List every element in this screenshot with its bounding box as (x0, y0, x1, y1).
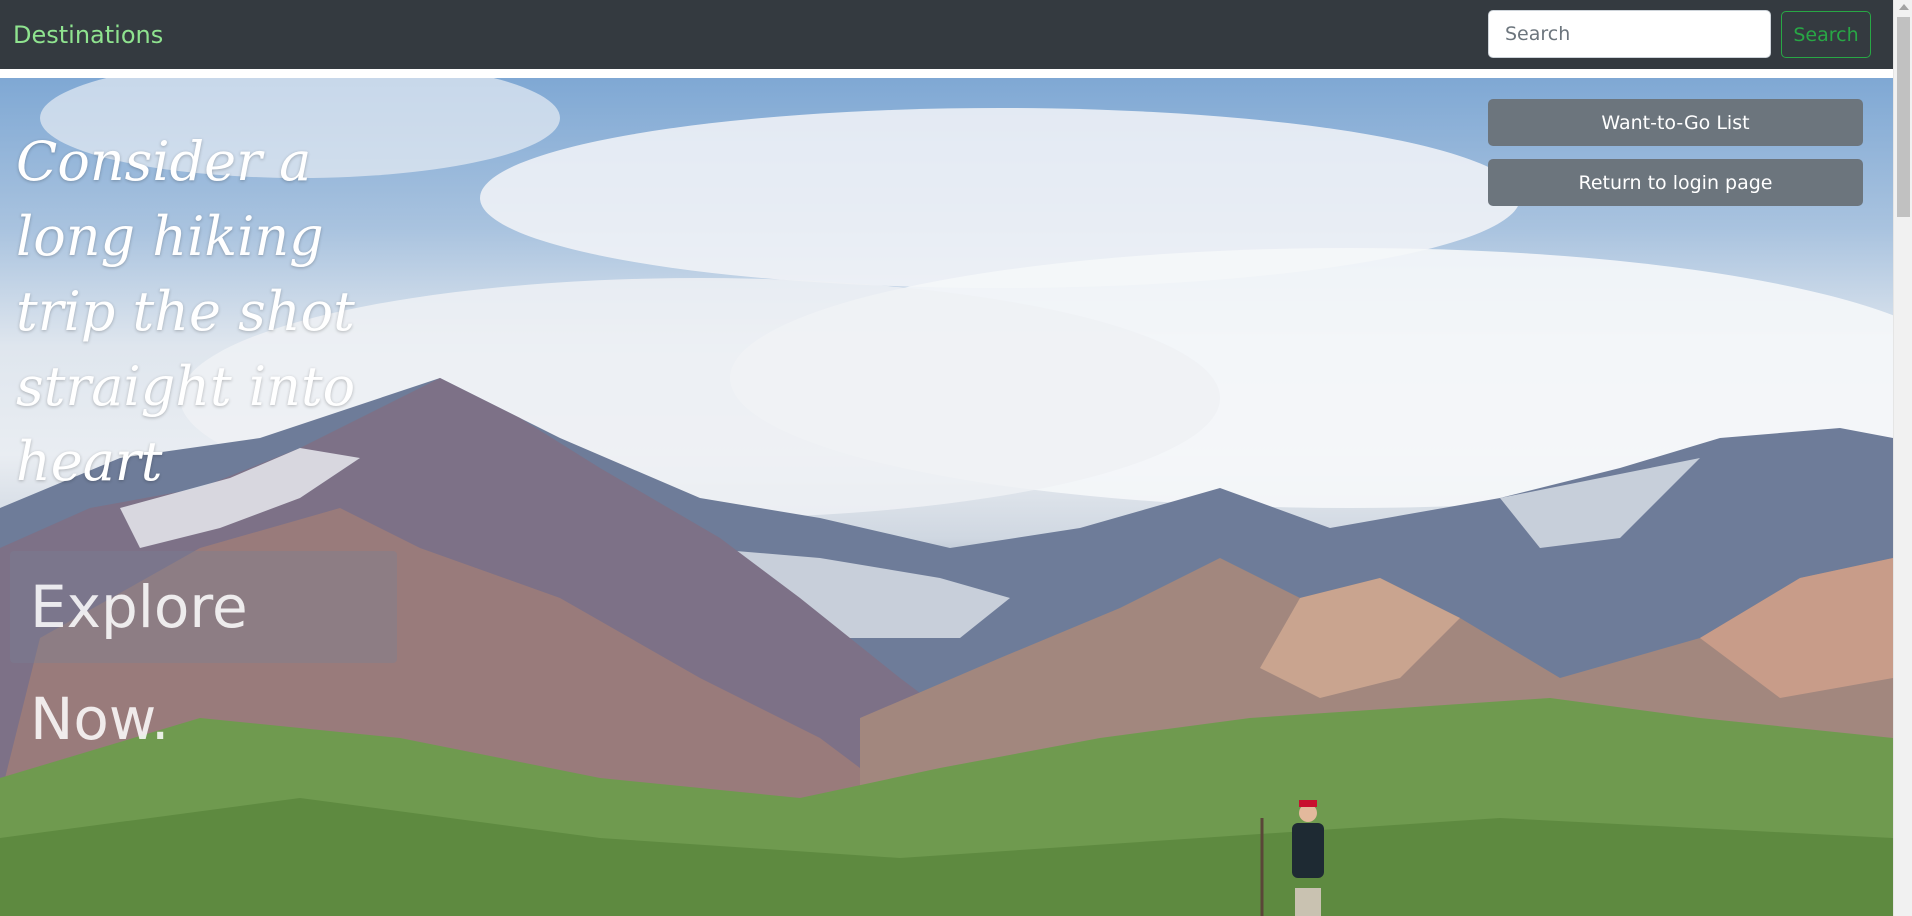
return-to-login-button[interactable]: Return to login page (1488, 159, 1863, 206)
page-scrollbar[interactable] (1893, 0, 1912, 916)
hero-tagline: Consider a long hiking trip the shot str… (16, 130, 356, 493)
scroll-up-arrow-icon[interactable] (1899, 4, 1909, 10)
search-input[interactable] (1488, 10, 1771, 58)
search-button[interactable]: Search (1781, 11, 1871, 58)
navbar: Destinations Search (0, 0, 1893, 69)
want-to-go-list-button[interactable]: Want-to-Go List (1488, 99, 1863, 146)
scrollbar-thumb[interactable] (1897, 17, 1910, 217)
explore-now-button[interactable]: Explore Now. (10, 551, 397, 753)
brand-link[interactable]: Destinations (13, 19, 163, 51)
hero-section: Consider a long hiking trip the shot str… (0, 78, 1893, 916)
